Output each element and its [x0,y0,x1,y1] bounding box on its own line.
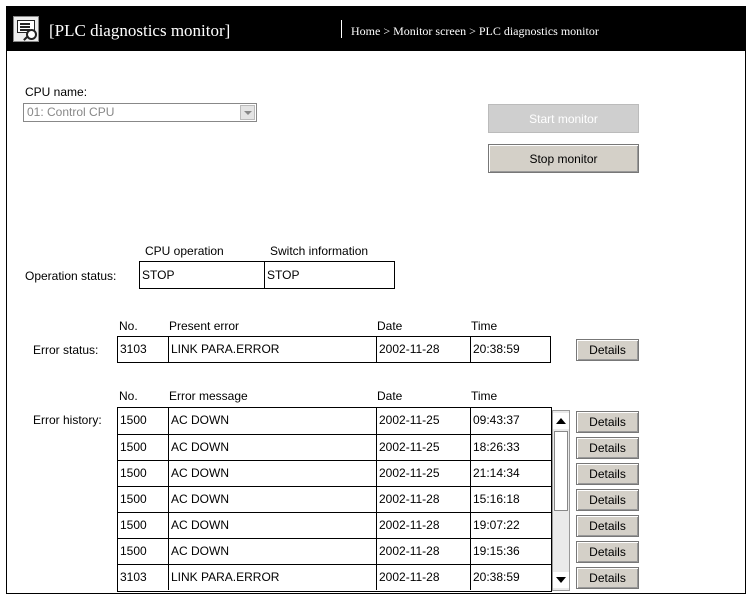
error-history-date: 2002-11-28 [376,565,470,590]
error-message-header: Error message [169,389,248,403]
start-monitor-button[interactable]: Start monitor [488,104,639,133]
error-history-no: 1500 [120,492,147,506]
error-history-no-header: No. [119,389,138,403]
error-history-table: 1500 AC DOWN 2002-11-25 09:43:37 1500 AC DOWN… [117,407,552,592]
chevron-down-icon[interactable] [240,105,255,120]
error-history-time: 19:07:22 [470,513,551,538]
operation-status-box: STOP STOP [139,261,395,289]
error-history-no: 1500 [120,440,147,454]
error-history-no: 1500 [120,518,147,532]
error-history-date: 2002-11-25 [376,408,470,434]
plc-diagnostics-icon [13,16,39,42]
table-row: 1500 AC DOWN 2002-11-25 21:14:34 [118,460,551,486]
error-history-no: 1500 [120,544,147,558]
error-message: AC DOWN [168,539,376,564]
breadcrumb: Home > Monitor screen > PLC diagnostics … [351,24,599,38]
error-history-details-button[interactable]: Details [576,541,639,563]
error-history-time: 18:26:33 [470,435,551,460]
error-history-scrollbar[interactable] [552,410,570,591]
present-error-header: Present error [169,319,240,333]
error-history-time-header: Time [471,389,498,403]
table-row: 1500 AC DOWN 2002-11-25 09:43:37 [118,408,551,434]
cpu-operation-header: CPU operation [145,244,224,258]
scrollbar-thumb[interactable] [554,431,568,511]
present-error-value: LINK PARA.ERROR [168,337,376,362]
error-history-date: 2002-11-25 [376,435,470,460]
scroll-up-icon[interactable] [553,413,569,429]
error-history-time: 09:43:37 [470,408,551,434]
error-status-label: Error status: [33,343,99,357]
error-message: AC DOWN [168,408,376,434]
error-history-details-button[interactable]: Details [576,489,639,511]
error-message: AC DOWN [168,513,376,538]
title-divider [341,20,342,38]
error-history-time: 15:16:18 [470,487,551,512]
switch-information-header: Switch information [270,244,369,258]
error-history-date: 2002-11-28 [376,513,470,538]
error-history-date-header: Date [377,389,403,403]
cpu-name-select[interactable]: 01: Control CPU [23,103,257,122]
error-status-time: 20:38:59 [470,337,550,362]
error-history-date: 2002-11-28 [376,487,470,512]
table-row: 1500 AC DOWN 2002-11-28 15:16:18 [118,486,551,512]
stop-monitor-button[interactable]: Stop monitor [488,144,639,173]
error-history-time: 21:14:34 [470,461,551,486]
page-title: [PLC diagnostics monitor] [49,21,231,40]
error-status-date: 2002-11-28 [376,337,470,362]
error-status-date-header: Date [377,319,403,333]
error-message: AC DOWN [168,487,376,512]
error-status-details-button[interactable]: Details [576,339,639,361]
error-history-no: 1500 [120,466,147,480]
operation-status-label: Operation status: [25,269,117,283]
error-history-time: 20:38:59 [470,565,551,590]
error-history-date: 2002-11-25 [376,461,470,486]
error-history-details-button[interactable]: Details [576,437,639,459]
error-status-no: 3103 [120,342,147,356]
error-history-label: Error history: [33,413,102,427]
error-history-details-button[interactable]: Details [576,567,639,589]
table-row: 3103 LINK PARA.ERROR 2002-11-28 20:38:59 [118,564,551,590]
error-message: AC DOWN [168,461,376,486]
error-status-time-header: Time [471,319,498,333]
error-status-no-header: No. [119,319,138,333]
plc-diagnostics-window: [PLC diagnostics monitor] Home > Monitor… [6,6,746,594]
scroll-down-icon[interactable] [553,572,569,588]
error-history-details-button[interactable]: Details [576,411,639,433]
error-history-date: 2002-11-28 [376,539,470,564]
error-history-no: 1500 [120,413,147,427]
table-row: 1500 AC DOWN 2002-11-25 18:26:33 [118,434,551,460]
cpu-name-label: CPU name: [25,85,88,99]
title-bar: [PLC diagnostics monitor] Home > Monitor… [7,7,745,51]
error-message: AC DOWN [168,435,376,460]
error-history-details-button[interactable]: Details [576,515,639,537]
cpu-operation-value: STOP [142,268,175,282]
table-row: 1500 AC DOWN 2002-11-28 19:15:36 [118,538,551,564]
error-history-time: 19:15:36 [470,539,551,564]
table-row: 1500 AC DOWN 2002-11-28 19:07:22 [118,512,551,538]
error-history-no: 3103 [120,570,147,584]
error-status-row: 3103 LINK PARA.ERROR 2002-11-28 20:38:59 [117,336,551,363]
switch-information-value: STOP [264,262,394,288]
error-history-details-button[interactable]: Details [576,463,639,485]
cpu-name-value: 01: Control CPU [27,105,115,119]
error-message: LINK PARA.ERROR [168,565,376,590]
